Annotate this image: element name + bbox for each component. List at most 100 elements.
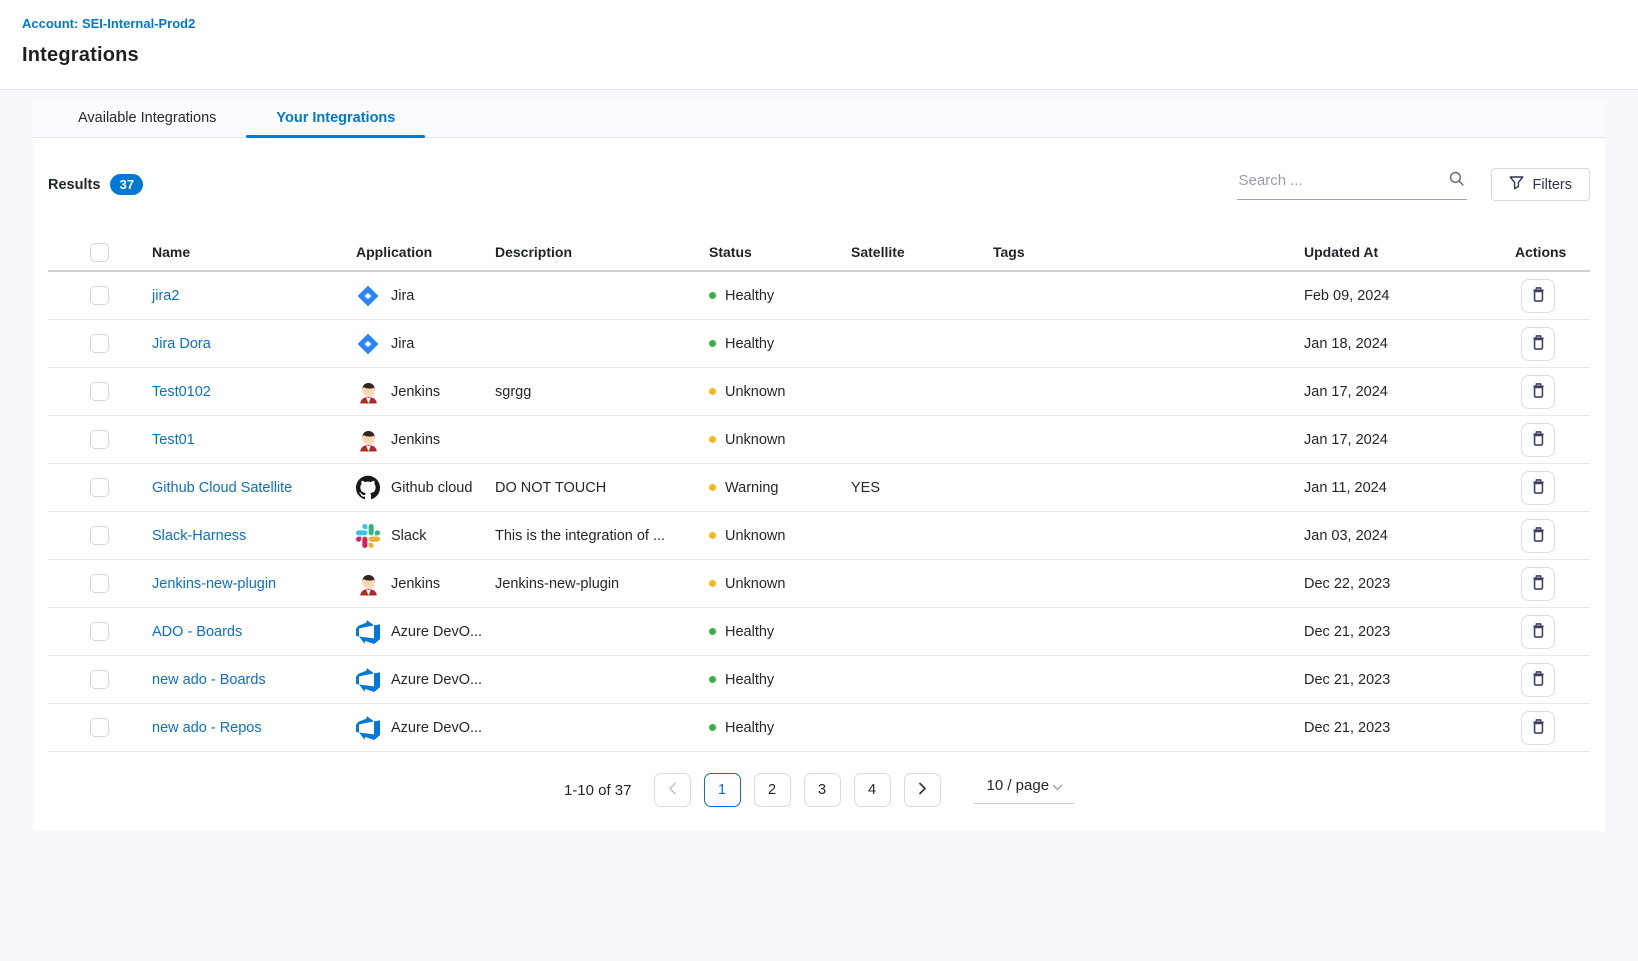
delete-button[interactable] xyxy=(1521,567,1555,601)
row-select-cell xyxy=(48,526,152,545)
description-cell: Jenkins-new-plugin xyxy=(495,576,709,592)
tab-bar: Available Integrations Your Integrations xyxy=(33,99,1605,138)
actions-cell xyxy=(1515,327,1590,361)
trash-icon xyxy=(1530,670,1547,690)
delete-button[interactable] xyxy=(1521,519,1555,553)
status-label: Healthy xyxy=(725,288,774,304)
trash-icon xyxy=(1530,622,1547,642)
row-checkbox[interactable] xyxy=(90,526,109,545)
chevron-left-icon xyxy=(668,782,677,799)
status-dot xyxy=(709,580,716,587)
integration-name-link[interactable]: Test01 xyxy=(152,432,195,448)
status-label: Healthy xyxy=(725,720,774,736)
actions-cell xyxy=(1515,615,1590,649)
tab-your-integrations[interactable]: Your Integrations xyxy=(246,99,425,137)
row-select-cell xyxy=(48,670,152,689)
status-cell: Unknown xyxy=(709,528,851,544)
pagination-prev-button[interactable] xyxy=(654,773,691,807)
description-cell: DO NOT TOUCH xyxy=(495,480,709,496)
account-link[interactable]: Account: SEI-Internal-Prod2 xyxy=(22,16,195,31)
delete-button[interactable] xyxy=(1521,663,1555,697)
results-wrap: Results 37 xyxy=(48,174,143,195)
pagination-page-4[interactable]: 4 xyxy=(854,773,891,807)
table-row: Github Cloud SatelliteGithub cloudDO NOT… xyxy=(48,464,1590,512)
name-cell: Jenkins-new-plugin xyxy=(152,576,356,592)
integration-name-link[interactable]: new ado - Boards xyxy=(152,672,266,688)
delete-button[interactable] xyxy=(1521,375,1555,409)
delete-button[interactable] xyxy=(1521,471,1555,505)
updated-at-cell: Dec 21, 2023 xyxy=(1304,624,1515,640)
table-row: new ado - Boards Azure DevO... Healthy Dec … xyxy=(48,656,1590,704)
pagination-range: 1-10 of 37 xyxy=(564,782,632,799)
integration-name-link[interactable]: jira2 xyxy=(152,288,179,304)
table-row: Jira DoraJiraHealthyJan 18, 2024 xyxy=(48,320,1590,368)
actions-cell xyxy=(1515,663,1590,697)
table-row: new ado - ReposAzure DevO...HealthyDec 2… xyxy=(48,704,1590,752)
column-header-status: Status xyxy=(709,244,851,260)
application-label: Azure DevO... xyxy=(391,672,482,688)
application-label: Slack xyxy=(391,528,426,544)
jenkins-icon xyxy=(356,380,380,404)
tab-available-integrations[interactable]: Available Integrations xyxy=(48,99,246,137)
row-checkbox[interactable] xyxy=(90,574,109,593)
pagination: 1-10 of 37 1234 10 / page xyxy=(48,773,1590,807)
description-cell: sgrgg xyxy=(495,384,709,400)
table-body: jira2JiraHealthyFeb 09, 2024 Jira Dora Jir… xyxy=(48,272,1590,752)
status-cell: Unknown xyxy=(709,384,851,400)
delete-button[interactable] xyxy=(1521,423,1555,457)
row-checkbox[interactable] xyxy=(90,382,109,401)
delete-button[interactable] xyxy=(1521,279,1555,313)
actions-cell xyxy=(1515,375,1590,409)
row-checkbox[interactable] xyxy=(90,718,109,737)
row-checkbox[interactable] xyxy=(90,430,109,449)
filters-button[interactable]: Filters xyxy=(1491,168,1590,201)
table-row: jira2JiraHealthyFeb 09, 2024 xyxy=(48,272,1590,320)
pagination-pages: 1234 xyxy=(704,773,891,807)
integration-name-link[interactable]: Test0102 xyxy=(152,384,211,400)
trash-icon xyxy=(1530,286,1547,306)
status-label: Healthy xyxy=(725,672,774,688)
row-checkbox[interactable] xyxy=(90,334,109,353)
card-body: Results 37 Filters Name App xyxy=(33,138,1605,831)
row-checkbox[interactable] xyxy=(90,670,109,689)
column-header-satellite: Satellite xyxy=(851,244,993,260)
actions-cell xyxy=(1515,519,1590,553)
table-header-row: Name Application Description Status Sate… xyxy=(48,234,1590,272)
status-label: Unknown xyxy=(725,528,785,544)
integration-name-link[interactable]: ADO - Boards xyxy=(152,624,242,640)
integration-name-link[interactable]: Jenkins-new-plugin xyxy=(152,576,276,592)
page-size-selector[interactable]: 10 / page xyxy=(974,777,1075,804)
updated-at-cell: Dec 21, 2023 xyxy=(1304,672,1515,688)
status-label: Unknown xyxy=(725,384,785,400)
row-checkbox[interactable] xyxy=(90,286,109,305)
row-checkbox[interactable] xyxy=(90,478,109,497)
application-label: Jira xyxy=(391,336,414,352)
pagination-page-2[interactable]: 2 xyxy=(754,773,791,807)
updated-at-cell: Dec 21, 2023 xyxy=(1304,720,1515,736)
application-cell: Jenkins xyxy=(356,380,495,404)
pagination-page-3[interactable]: 3 xyxy=(804,773,841,807)
integrations-table: Name Application Description Status Sate… xyxy=(48,234,1590,752)
actions-cell xyxy=(1515,423,1590,457)
page-title: Integrations xyxy=(22,44,1638,67)
status-cell: Unknown xyxy=(709,432,851,448)
integration-name-link[interactable]: Slack-Harness xyxy=(152,528,246,544)
delete-button[interactable] xyxy=(1521,615,1555,649)
pagination-page-1[interactable]: 1 xyxy=(704,773,741,807)
select-all-checkbox[interactable] xyxy=(90,243,109,262)
delete-button[interactable] xyxy=(1521,711,1555,745)
integration-name-link[interactable]: Github Cloud Satellite xyxy=(152,480,292,496)
status-label: Unknown xyxy=(725,432,785,448)
table-row: Test01JenkinsUnknownJan 17, 2024 xyxy=(48,416,1590,464)
name-cell: ADO - Boards xyxy=(152,624,356,640)
column-header-description: Description xyxy=(495,244,709,260)
row-checkbox[interactable] xyxy=(90,622,109,641)
delete-button[interactable] xyxy=(1521,327,1555,361)
search-input[interactable] xyxy=(1239,172,1448,189)
status-dot xyxy=(709,532,716,539)
integration-name-link[interactable]: new ado - Repos xyxy=(152,720,262,736)
integration-name-link[interactable]: Jira Dora xyxy=(152,336,211,352)
pagination-next-button[interactable] xyxy=(904,773,941,807)
row-select-cell xyxy=(48,334,152,353)
row-select-cell xyxy=(48,286,152,305)
